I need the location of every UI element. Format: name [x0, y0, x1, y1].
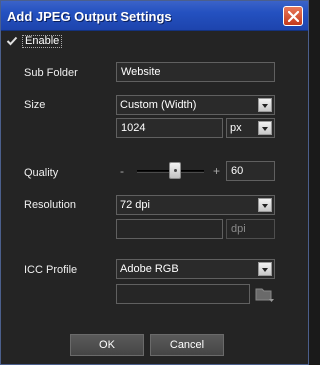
chevron-down-icon[interactable]: [258, 262, 272, 276]
chevron-down-icon[interactable]: [258, 121, 272, 135]
close-button[interactable]: [283, 6, 303, 26]
sub-folder-input[interactable]: Website: [116, 62, 275, 82]
enable-label[interactable]: Enable: [22, 34, 63, 48]
add-jpeg-output-settings-dialog: Add JPEG Output Settings Enable Sub Fold…: [0, 0, 309, 365]
ok-button[interactable]: OK: [70, 334, 144, 356]
cancel-button[interactable]: Cancel: [150, 334, 224, 356]
resolution-preset-value: 72 dpi: [120, 199, 150, 211]
size-unit-select[interactable]: px: [226, 118, 275, 138]
size-label: Size: [24, 99, 46, 111]
size-mode-select[interactable]: Custom (Width): [116, 95, 275, 115]
resolution-value-input[interactable]: [116, 219, 223, 239]
size-unit-value: px: [230, 122, 242, 134]
resolution-select[interactable]: 72 dpi: [116, 195, 275, 215]
size-value-input[interactable]: 1024: [116, 118, 223, 138]
icc-profile-select[interactable]: Adobe RGB: [116, 259, 275, 279]
icc-profile-value: Adobe RGB: [120, 263, 179, 275]
quality-label: Quality: [24, 167, 59, 179]
quality-plus[interactable]: +: [213, 164, 220, 178]
resolution-unit: dpi: [226, 219, 275, 239]
checkmark-icon[interactable]: [6, 35, 18, 47]
icc-profile-label: ICC Profile: [24, 264, 78, 276]
dialog-title: Add JPEG Output Settings: [7, 9, 172, 24]
sub-folder-label: Sub Folder: [24, 67, 78, 79]
quality-slider-thumb[interactable]: [169, 162, 181, 179]
enable-row[interactable]: Enable: [6, 34, 63, 48]
size-mode-value: Custom (Width): [120, 99, 197, 111]
resolution-label: Resolution: [24, 199, 76, 211]
icc-profile-path-input[interactable]: [116, 284, 250, 304]
chevron-down-icon[interactable]: [258, 198, 272, 212]
quality-value-input[interactable]: 60: [226, 161, 275, 181]
close-icon: [288, 11, 299, 22]
folder-icon[interactable]: [254, 285, 275, 304]
title-bar: Add JPEG Output Settings: [1, 1, 308, 31]
chevron-down-icon[interactable]: [258, 98, 272, 112]
quality-minus[interactable]: -: [120, 164, 124, 178]
